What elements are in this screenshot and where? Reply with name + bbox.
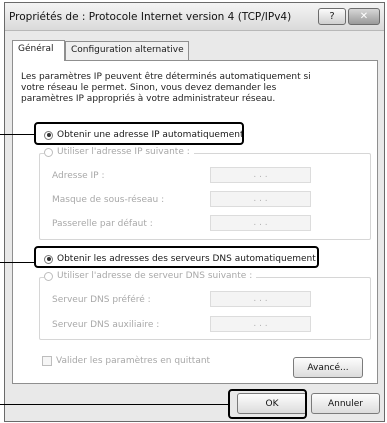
subnet-mask-label: Masque de sous-réseau : bbox=[52, 195, 165, 205]
ip-address-label: Adresse IP : bbox=[52, 171, 105, 181]
use-ip-manual-label: Utiliser l'adresse IP suivante : bbox=[57, 147, 190, 157]
default-gateway-field[interactable]: . . . bbox=[210, 215, 311, 231]
callout-box-ok bbox=[228, 389, 307, 419]
use-ip-manual-radio[interactable]: Utiliser l'adresse IP suivante : bbox=[44, 147, 194, 157]
preferred-dns-field[interactable]: . . . bbox=[210, 291, 311, 307]
help-button[interactable]: ? bbox=[318, 8, 346, 25]
title-bar: Propriétés de : Protocole Internet versi… bbox=[5, 3, 384, 31]
callout-line-ip bbox=[0, 134, 36, 135]
validate-settings-label: Valider les paramètres en quittant bbox=[56, 356, 211, 366]
help-icon: ? bbox=[329, 11, 335, 22]
intro-text: Les paramètres IP peuvent être déterminé… bbox=[21, 72, 311, 104]
radio-unselected-icon bbox=[44, 147, 53, 157]
use-dns-manual-radio[interactable]: Utiliser l'adresse de serveur DNS suivan… bbox=[44, 271, 257, 281]
screenshot-stage: Propriétés de : Protocole Internet versi… bbox=[0, 0, 387, 423]
ip-address-field[interactable]: . . . bbox=[210, 167, 311, 183]
callout-line-ok bbox=[0, 404, 230, 405]
default-gateway-label: Passerelle par défaut : bbox=[52, 219, 153, 229]
callout-box-ip-auto bbox=[34, 122, 244, 145]
callout-line-dns bbox=[0, 262, 36, 263]
window-title: Propriétés de : Protocole Internet versi… bbox=[9, 11, 292, 23]
tcpip-properties-dialog: Propriétés de : Protocole Internet versi… bbox=[4, 2, 385, 422]
tab-general[interactable]: Général bbox=[12, 40, 65, 61]
general-tab-panel: Les paramètres IP peuvent être déterminé… bbox=[12, 60, 378, 384]
radio-unselected-icon bbox=[44, 271, 53, 281]
close-button[interactable]: ✕ bbox=[348, 8, 380, 25]
callout-box-dns-auto bbox=[34, 246, 319, 268]
subnet-mask-field[interactable]: . . . bbox=[210, 191, 311, 207]
advanced-button[interactable]: Avancé... bbox=[293, 357, 363, 378]
preferred-dns-label: Serveur DNS préféré : bbox=[52, 295, 151, 305]
checkbox-icon bbox=[42, 356, 52, 366]
close-icon: ✕ bbox=[359, 11, 369, 22]
alternate-dns-field[interactable]: . . . bbox=[210, 316, 311, 332]
validate-settings-checkbox[interactable]: Valider les paramètres en quittant bbox=[42, 356, 210, 366]
tab-alternate-configuration[interactable]: Configuration alternative bbox=[65, 41, 189, 60]
cancel-button[interactable]: Annuler bbox=[311, 393, 380, 414]
use-dns-manual-label: Utiliser l'adresse de serveur DNS suivan… bbox=[57, 271, 253, 281]
manual-dns-group bbox=[39, 277, 371, 340]
alternate-dns-label: Serveur DNS auxiliaire : bbox=[52, 320, 160, 330]
